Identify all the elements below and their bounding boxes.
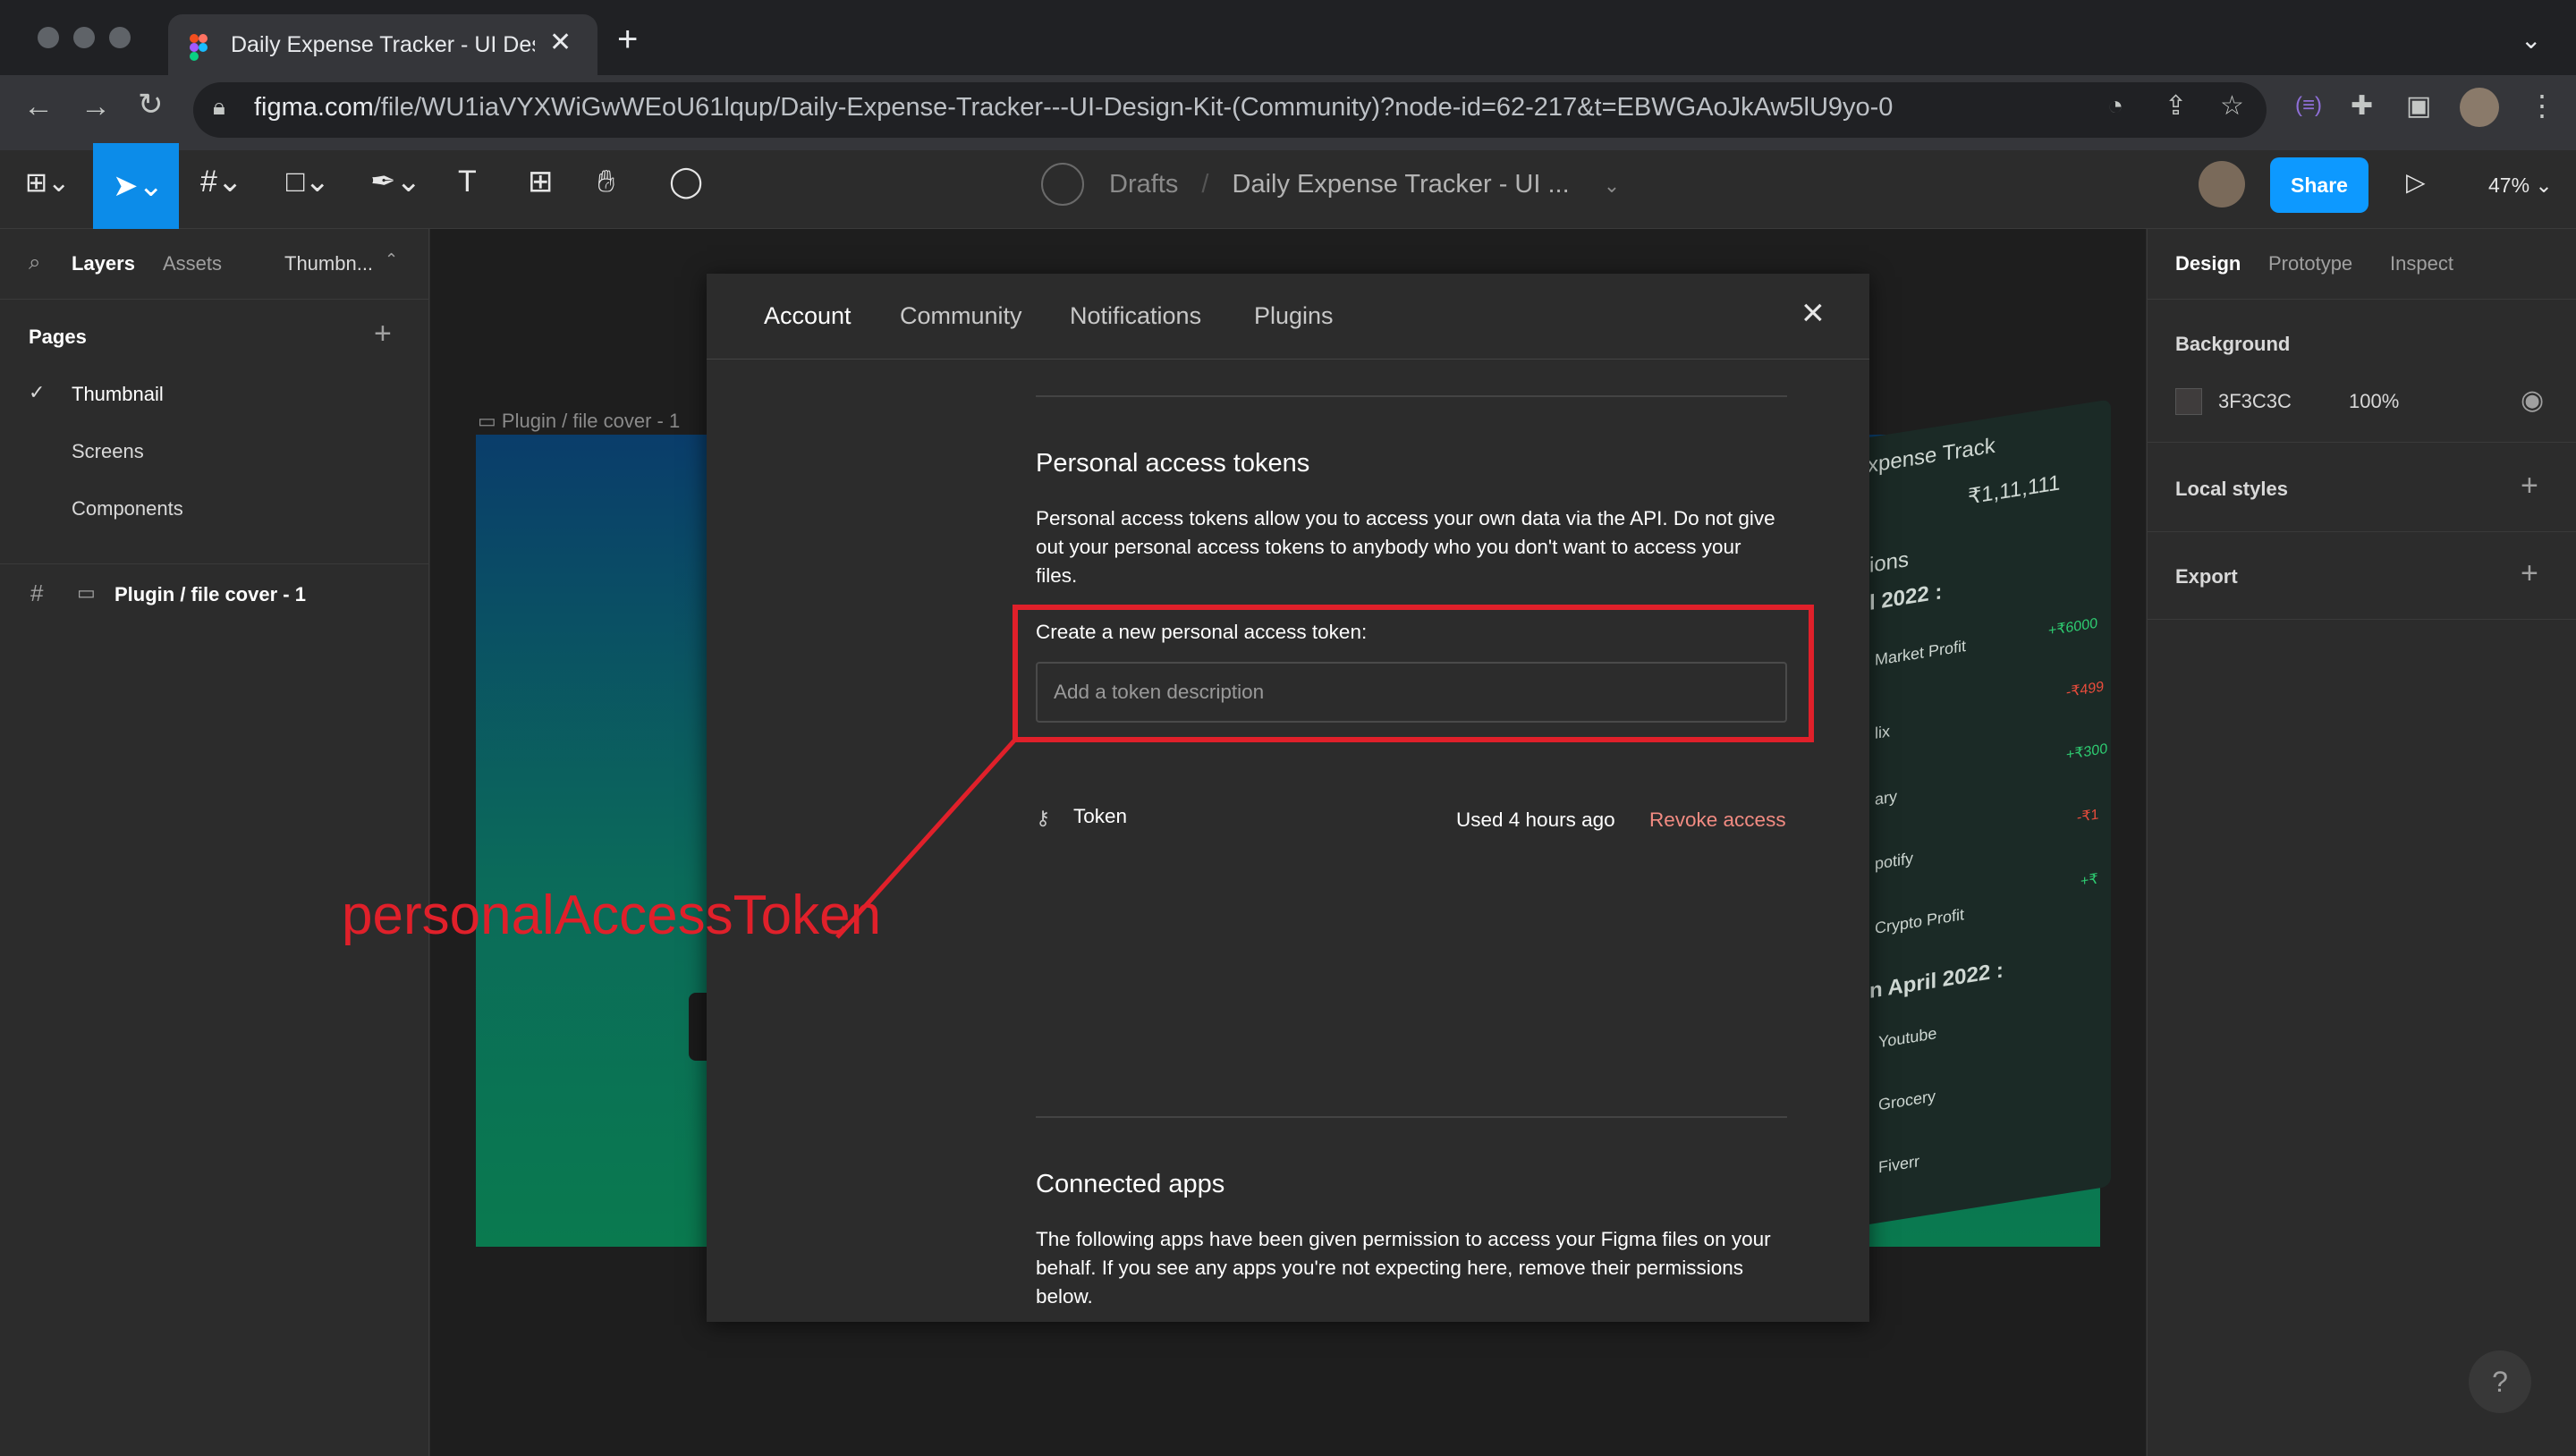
help-button[interactable]: ? xyxy=(2469,1350,2531,1413)
annotation-label: personalAccessToken xyxy=(342,885,882,946)
annotation-pointer-line xyxy=(835,739,1016,939)
